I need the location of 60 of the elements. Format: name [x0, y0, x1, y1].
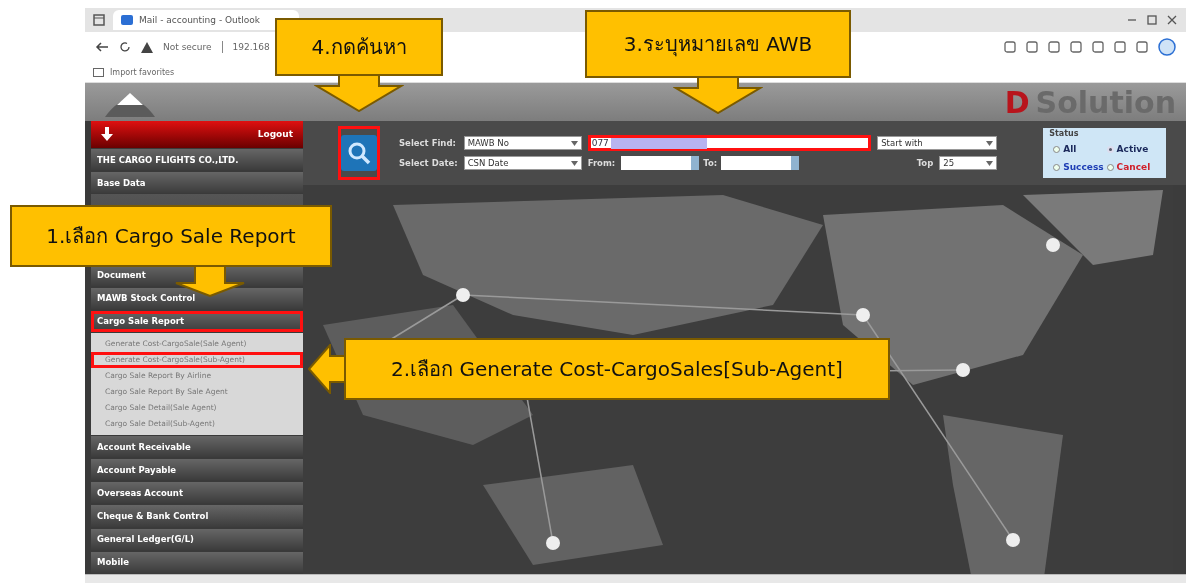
search-button[interactable] [341, 129, 377, 177]
close-icon[interactable] [1166, 14, 1178, 26]
sidebar-item[interactable]: General Ledger(G/L) [91, 528, 303, 550]
down-arrow-icon [101, 127, 113, 142]
tab-actions-icon[interactable] [93, 14, 105, 26]
callout-tooltip: 2.เลือก Generate Cost-CargoSales[Sub-Agent] [344, 338, 890, 400]
browser-tab[interactable]: Mail - accounting - Outlook [113, 10, 299, 30]
sidebar-item[interactable]: Account Payable [91, 459, 303, 481]
match-dropdown[interactable]: Start with [877, 136, 998, 150]
toolbar-icon[interactable] [1136, 41, 1148, 53]
callout-tooltip: 1.เลือก Cargo Sale Report [10, 205, 332, 267]
toolbar-icon[interactable] [1070, 41, 1082, 53]
field-label: To: [703, 158, 718, 168]
bookmark[interactable]: Import favorites [110, 67, 175, 77]
status-radio[interactable]: Cancel [1106, 158, 1160, 176]
field-label: Top [916, 158, 934, 168]
field-label: From: [587, 158, 616, 168]
field-label: Select Find: [399, 138, 457, 148]
profile-icon[interactable] [1158, 38, 1176, 56]
caret-icon [570, 160, 578, 166]
mail-icon [121, 14, 133, 26]
security-label[interactable]: Not secure [163, 42, 212, 52]
sidebar-item[interactable]: Cargo Sale Report [91, 310, 303, 332]
company-name: THE CARGO FLIGHTS CO.,LTD. [91, 148, 303, 171]
toolbar-icon[interactable] [1092, 41, 1104, 53]
status-radio[interactable]: All [1053, 140, 1107, 158]
address-text[interactable]: 192.168 [232, 42, 270, 52]
logout-button[interactable]: Logout [91, 121, 303, 148]
callout-pointer-tooltip [308, 344, 346, 394]
sidebar-item[interactable]: Base Data [91, 172, 303, 194]
status-title: Status [1049, 129, 1079, 138]
toolbar-icon[interactable] [1004, 41, 1016, 53]
horizontal-scrollbar[interactable] [85, 574, 1186, 583]
field-label: Select Date: [399, 158, 458, 168]
sidebar-item[interactable]: MAWB Stock Control [91, 287, 303, 309]
callout-tooltip: 3.ระบุหมายเลข AWB [585, 10, 851, 78]
caret-icon [986, 140, 994, 146]
sidebar-item[interactable]: Cheque & Bank Control [91, 505, 303, 527]
status-radio[interactable]: Active [1106, 140, 1160, 158]
sidebar-item[interactable]: Account Receivable [91, 436, 303, 458]
from-date-field[interactable] [621, 156, 700, 170]
find-field[interactable]: 077 [587, 135, 872, 151]
refresh-icon[interactable] [119, 41, 131, 53]
warning-icon [141, 41, 153, 53]
toolbar-icon[interactable] [1114, 41, 1126, 53]
top-dropdown[interactable]: 25 [939, 156, 998, 170]
sidebar-item[interactable]: Mobile [91, 551, 303, 573]
toolbar-icon[interactable] [1026, 41, 1038, 53]
toolbar-icon[interactable] [1048, 41, 1060, 53]
caret-icon [986, 160, 994, 166]
status-radio[interactable]: Success [1053, 158, 1107, 176]
caret-icon [570, 140, 578, 146]
back-icon[interactable] [95, 41, 109, 53]
callout-tooltip: 4.กดค้นหา [275, 18, 443, 76]
find-by-dropdown[interactable]: MAWB No [463, 136, 582, 150]
maximize-icon[interactable] [1146, 14, 1158, 26]
folder-icon [93, 67, 104, 77]
sidebar-item[interactable]: Overseas Account [91, 482, 303, 504]
to-date-field[interactable] [721, 156, 800, 170]
date-type-dropdown[interactable]: CSN Date [463, 156, 582, 170]
